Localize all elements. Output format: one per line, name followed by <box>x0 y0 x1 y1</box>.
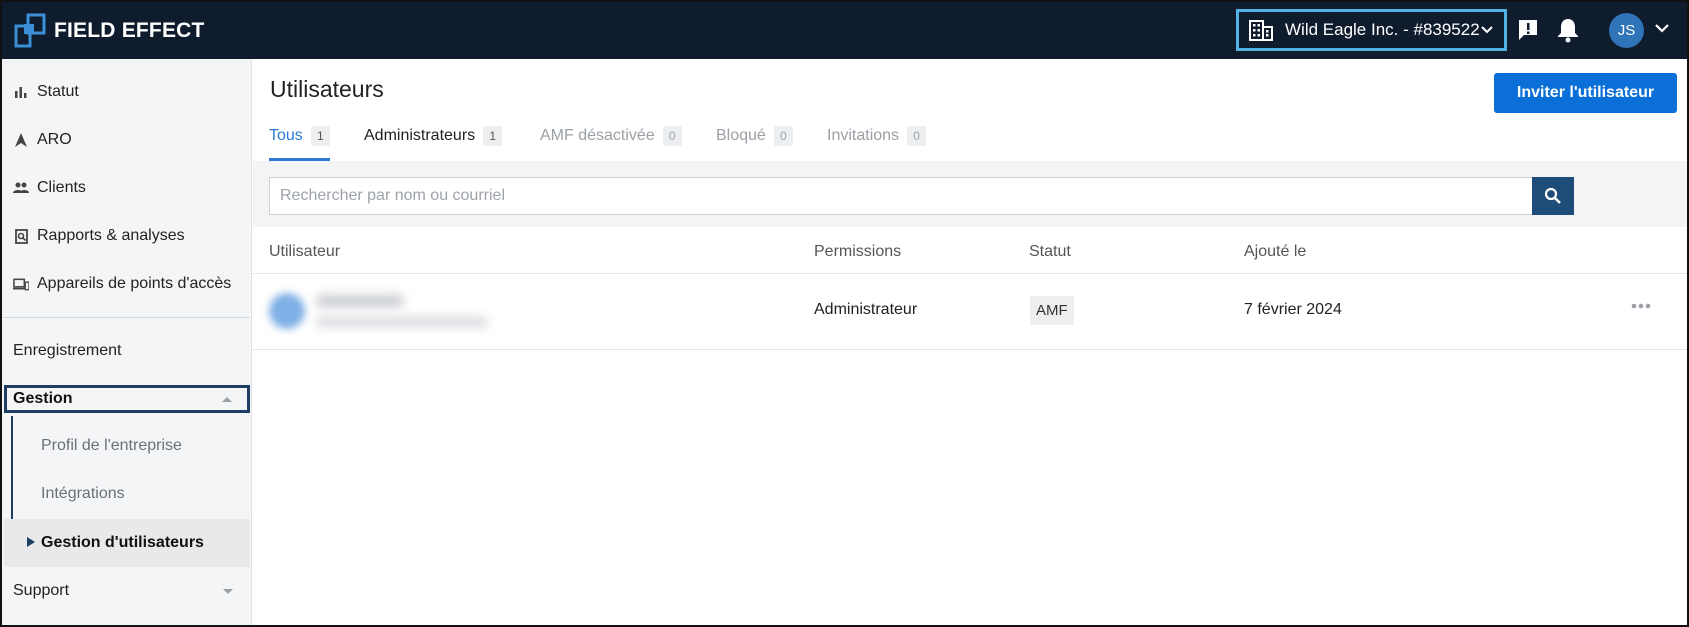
report-search-icon <box>13 228 29 244</box>
building-icon <box>1249 20 1273 41</box>
chevron-down-icon[interactable] <box>1654 20 1670 36</box>
people-icon <box>13 180 29 196</box>
column-header-ajoute-le[interactable]: Ajouté le <box>1244 243 1306 261</box>
permissions-cell: Administrateur <box>814 301 918 318</box>
tab-count-badge: 0 <box>662 126 682 146</box>
logo-text: FIELD EFFECT <box>54 18 205 42</box>
tab-bloque[interactable]: Bloqué 0 <box>716 119 793 161</box>
sidebar-item-enregistrement[interactable]: Enregistrement <box>13 342 122 360</box>
search-bar <box>253 161 1687 227</box>
tab-tous[interactable]: Tous 1 <box>269 119 330 161</box>
tab-count-badge: 1 <box>483 126 503 146</box>
field-effect-logo-icon <box>14 13 46 47</box>
organization-selector[interactable]: Wild Eagle Inc. - #839522 <box>1236 9 1507 51</box>
main-content: Utilisateurs Inviter l'utilisateur Tous … <box>253 59 1687 625</box>
sidebar-item-rapports[interactable]: Rapports & analyses <box>2 212 250 260</box>
user-avatar[interactable]: JS <box>1609 13 1644 48</box>
tab-invitations[interactable]: Invitations 0 <box>827 119 927 161</box>
sidebar-subitem-gestion-utilisateurs[interactable]: Gestion d'utilisateurs <box>4 519 250 567</box>
organization-name: Wild Eagle Inc. - #839522 <box>1285 20 1480 39</box>
sidebar-subitem-label: Gestion d'utilisateurs <box>41 534 204 551</box>
sidebar-item-label: ARO <box>37 131 72 148</box>
sidebar-group-gestion[interactable]: Gestion <box>4 385 250 413</box>
column-header-permissions[interactable]: Permissions <box>814 243 901 261</box>
tab-label: Invitations <box>827 127 900 144</box>
sidebar-item-label: Statut <box>37 83 79 100</box>
column-header-statut[interactable]: Statut <box>1029 243 1071 261</box>
tab-administrateurs[interactable]: Administrateurs 1 <box>364 119 503 161</box>
avatar <box>269 293 305 329</box>
sidebar-divider <box>2 317 250 318</box>
invite-user-button[interactable]: Inviter l'utilisateur <box>1494 73 1677 113</box>
tab-amf-desactivee[interactable]: AMF désactivée 0 <box>540 119 682 161</box>
tab-label: Administrateurs <box>364 127 476 144</box>
tab-label: Tous <box>269 127 303 144</box>
page-title: Utilisateurs <box>270 76 384 102</box>
logo[interactable]: FIELD EFFECT <box>14 2 205 59</box>
sidebar-item-label: Clients <box>37 179 86 196</box>
app-window: FIELD EFFECT Wild Eagle Inc. - #839522 J… <box>0 0 1689 627</box>
sidebar-item-appareils[interactable]: Appareils de points d'accès <box>2 260 250 308</box>
table-divider <box>253 349 1687 350</box>
sidebar-subitem-profil-entreprise[interactable]: Profil de l'entreprise <box>41 437 182 455</box>
sidebar-item-aro[interactable]: ARO <box>2 116 250 164</box>
search-icon <box>1544 187 1561 204</box>
bar-chart-icon <box>13 84 29 100</box>
feedback-icon[interactable] <box>1517 18 1539 42</box>
tab-label: AMF désactivée <box>540 127 655 144</box>
tab-count-badge: 0 <box>773 126 793 146</box>
caret-up-icon <box>222 397 232 402</box>
search-button[interactable] <box>1532 177 1574 215</box>
chevron-down-icon <box>1481 26 1493 34</box>
top-bar: FIELD EFFECT Wild Eagle Inc. - #839522 J… <box>2 2 1687 59</box>
tab-bar: Tous 1 Administrateurs 1 AMF désactivée … <box>253 119 1687 161</box>
sidebar-item-statut[interactable]: Statut <box>2 68 250 116</box>
sidebar-subitem-integrations[interactable]: Intégrations <box>41 485 125 503</box>
caret-down-icon <box>223 589 233 594</box>
navigation-arrow-icon <box>13 132 29 148</box>
sidebar: Statut ARO Clients Rapports & analyses A… <box>2 59 252 625</box>
added-date-cell: 7 février 2024 <box>1244 301 1342 318</box>
search-input[interactable] <box>269 177 1533 215</box>
status-badge: AMF <box>1030 296 1074 325</box>
tab-count-badge: 0 <box>907 126 927 146</box>
more-options-icon[interactable] <box>1631 303 1651 309</box>
devices-icon <box>13 276 29 292</box>
sidebar-item-clients[interactable]: Clients <box>2 164 250 212</box>
redacted-user-name <box>317 295 403 307</box>
sidebar-item-label: Appareils de points d'accès <box>37 275 232 292</box>
sidebar-item-support[interactable]: Support <box>13 582 69 600</box>
sidebar-item-label: Rapports & analyses <box>37 227 185 244</box>
table-row[interactable]: Administrateur AMF 7 février 2024 <box>253 273 1687 349</box>
column-header-utilisateur[interactable]: Utilisateur <box>269 243 340 261</box>
annotation-arrow-icon <box>27 537 35 547</box>
redacted-user-email <box>317 317 487 327</box>
sidebar-group-label: Gestion <box>13 390 73 407</box>
tab-label: Bloqué <box>716 127 766 144</box>
tab-count-badge: 1 <box>310 126 330 146</box>
bell-icon[interactable] <box>1557 17 1579 43</box>
